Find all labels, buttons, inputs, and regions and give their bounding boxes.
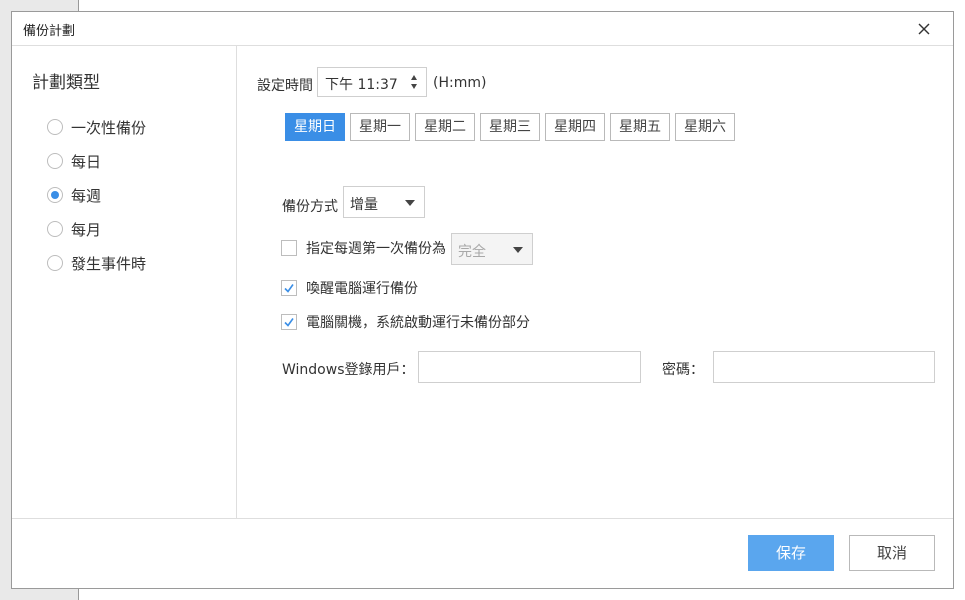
wake-computer-label: 喚醒電腦運行備份: [306, 281, 418, 297]
radio-label: 一次性備份: [71, 118, 147, 137]
first-weekly-backup-option[interactable]: 指定每週第一次備份為: [281, 237, 446, 259]
time-format-hint: (H:mm): [433, 75, 487, 91]
first-weekly-label: 指定每週第一次備份為: [306, 241, 446, 257]
time-label: 設定時間: [257, 78, 313, 94]
plan-option-one-time[interactable]: 一次性備份: [47, 116, 146, 138]
spinner-arrows-icon[interactable]: [410, 74, 418, 90]
plan-option-daily[interactable]: 每日: [47, 150, 101, 172]
first-weekly-type-select[interactable]: 完全: [451, 233, 533, 265]
dropdown-arrow-icon: [513, 247, 523, 253]
radio-label: 每週: [71, 186, 102, 205]
day-button-thursday[interactable]: 星期四: [545, 113, 605, 141]
close-button[interactable]: [913, 18, 935, 40]
radio-label: 每月: [71, 220, 102, 239]
password-input[interactable]: [713, 351, 935, 383]
day-button-sunday[interactable]: 星期日: [285, 113, 345, 141]
plan-option-monthly[interactable]: 每月: [47, 218, 101, 240]
radio-button[interactable]: [47, 153, 63, 169]
time-picker[interactable]: 下午 11:37: [317, 67, 427, 97]
run-missed-backup-label: 電腦關機，系統啟動運行未備份部分: [306, 315, 530, 331]
dialog-footer: 保存 取消: [12, 518, 953, 590]
dialog-title: 備份計劃: [23, 24, 76, 39]
first-weekly-type-value: 完全: [458, 244, 486, 260]
checkmark-icon: [284, 318, 294, 327]
schedule-settings-panel: 設定時間 下午 11:37 (H:mm) 星期日 星期一 星期二 星期三 星期四…: [237, 46, 953, 518]
dialog-titlebar: 備份計劃: [12, 12, 953, 46]
radio-button[interactable]: [47, 255, 63, 271]
radio-button[interactable]: [47, 221, 63, 237]
run-missed-backup-option[interactable]: 電腦關機，系統啟動運行未備份部分: [281, 311, 530, 333]
plan-option-on-event[interactable]: 發生事件時: [47, 252, 146, 274]
radio-label: 發生事件時: [71, 254, 147, 273]
day-button-wednesday[interactable]: 星期三: [480, 113, 540, 141]
checkmark-icon: [284, 284, 294, 293]
run-missed-backup-checkbox[interactable]: [281, 314, 297, 330]
day-button-monday[interactable]: 星期一: [350, 113, 410, 141]
dropdown-arrow-icon: [405, 200, 415, 206]
radio-button[interactable]: [47, 119, 63, 135]
radio-label: 每日: [71, 152, 102, 171]
password-label: 密碼：: [662, 362, 704, 378]
cancel-button[interactable]: 取消: [849, 535, 935, 571]
first-weekly-checkbox[interactable]: [281, 240, 297, 256]
day-button-friday[interactable]: 星期五: [610, 113, 670, 141]
windows-user-input[interactable]: [418, 351, 641, 383]
close-icon: [918, 23, 930, 35]
save-button[interactable]: 保存: [748, 535, 834, 571]
time-value: 下午 11:37: [325, 77, 398, 93]
backup-method-label: 備份方式: [282, 199, 338, 215]
plan-type-title: 計劃類型: [32, 73, 100, 93]
backup-schedule-dialog: 備份計劃 計劃類型 一次性備份 每日 每週 每月 發生事件時 設定時間 下午 1…: [11, 11, 954, 589]
wake-computer-checkbox[interactable]: [281, 280, 297, 296]
radio-button-checked[interactable]: [47, 187, 63, 203]
windows-user-label: Windows登錄用戶：: [282, 362, 415, 378]
day-button-tuesday[interactable]: 星期二: [415, 113, 475, 141]
plan-type-sidebar: 計劃類型 一次性備份 每日 每週 每月 發生事件時: [12, 46, 237, 518]
plan-option-weekly[interactable]: 每週: [47, 184, 101, 206]
day-button-saturday[interactable]: 星期六: [675, 113, 735, 141]
backup-method-value: 增量: [350, 197, 378, 213]
backup-method-select[interactable]: 增量: [343, 186, 425, 218]
wake-computer-option[interactable]: 喚醒電腦運行備份: [281, 277, 418, 299]
